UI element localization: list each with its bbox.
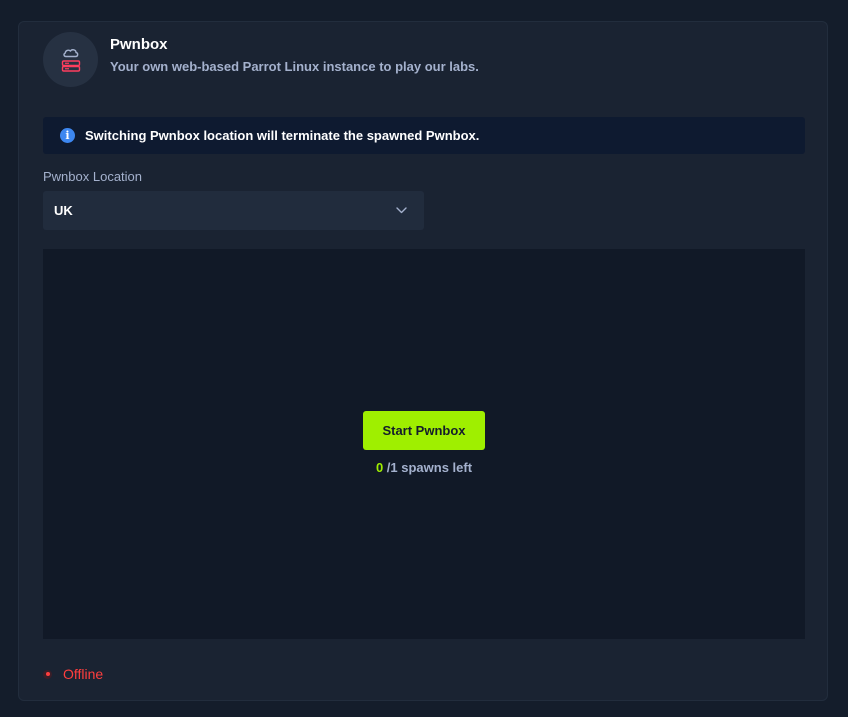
pwnbox-panel: Start Pwnbox 0 /1 spawns left xyxy=(43,249,805,639)
cloud-server-icon xyxy=(43,32,98,87)
location-select[interactable]: UK xyxy=(43,191,424,230)
pwnbox-card: Pwnbox Your own web-based Parrot Linux i… xyxy=(18,21,828,701)
chevron-down-icon xyxy=(396,207,407,214)
info-icon: i xyxy=(60,128,75,143)
page-title: Pwnbox xyxy=(110,36,168,53)
spawns-left-text: /1 spawns left xyxy=(386,460,473,475)
page-subtitle: Your own web-based Parrot Linux instance… xyxy=(110,59,479,74)
status-indicator: Offline xyxy=(43,666,103,682)
status-text: Offline xyxy=(63,666,104,682)
location-label: Pwnbox Location xyxy=(43,169,143,184)
start-pwnbox-button[interactable]: Start Pwnbox xyxy=(363,411,485,450)
info-banner-text: Switching Pwnbox location will terminate… xyxy=(85,128,480,143)
info-banner: i Switching Pwnbox location will termina… xyxy=(43,117,805,154)
location-selected-value: UK xyxy=(54,203,73,218)
spawns-used-count: 0 xyxy=(375,460,384,475)
spawns-left: 0 /1 spawns left xyxy=(43,460,805,475)
status-dot-icon xyxy=(43,669,52,679)
